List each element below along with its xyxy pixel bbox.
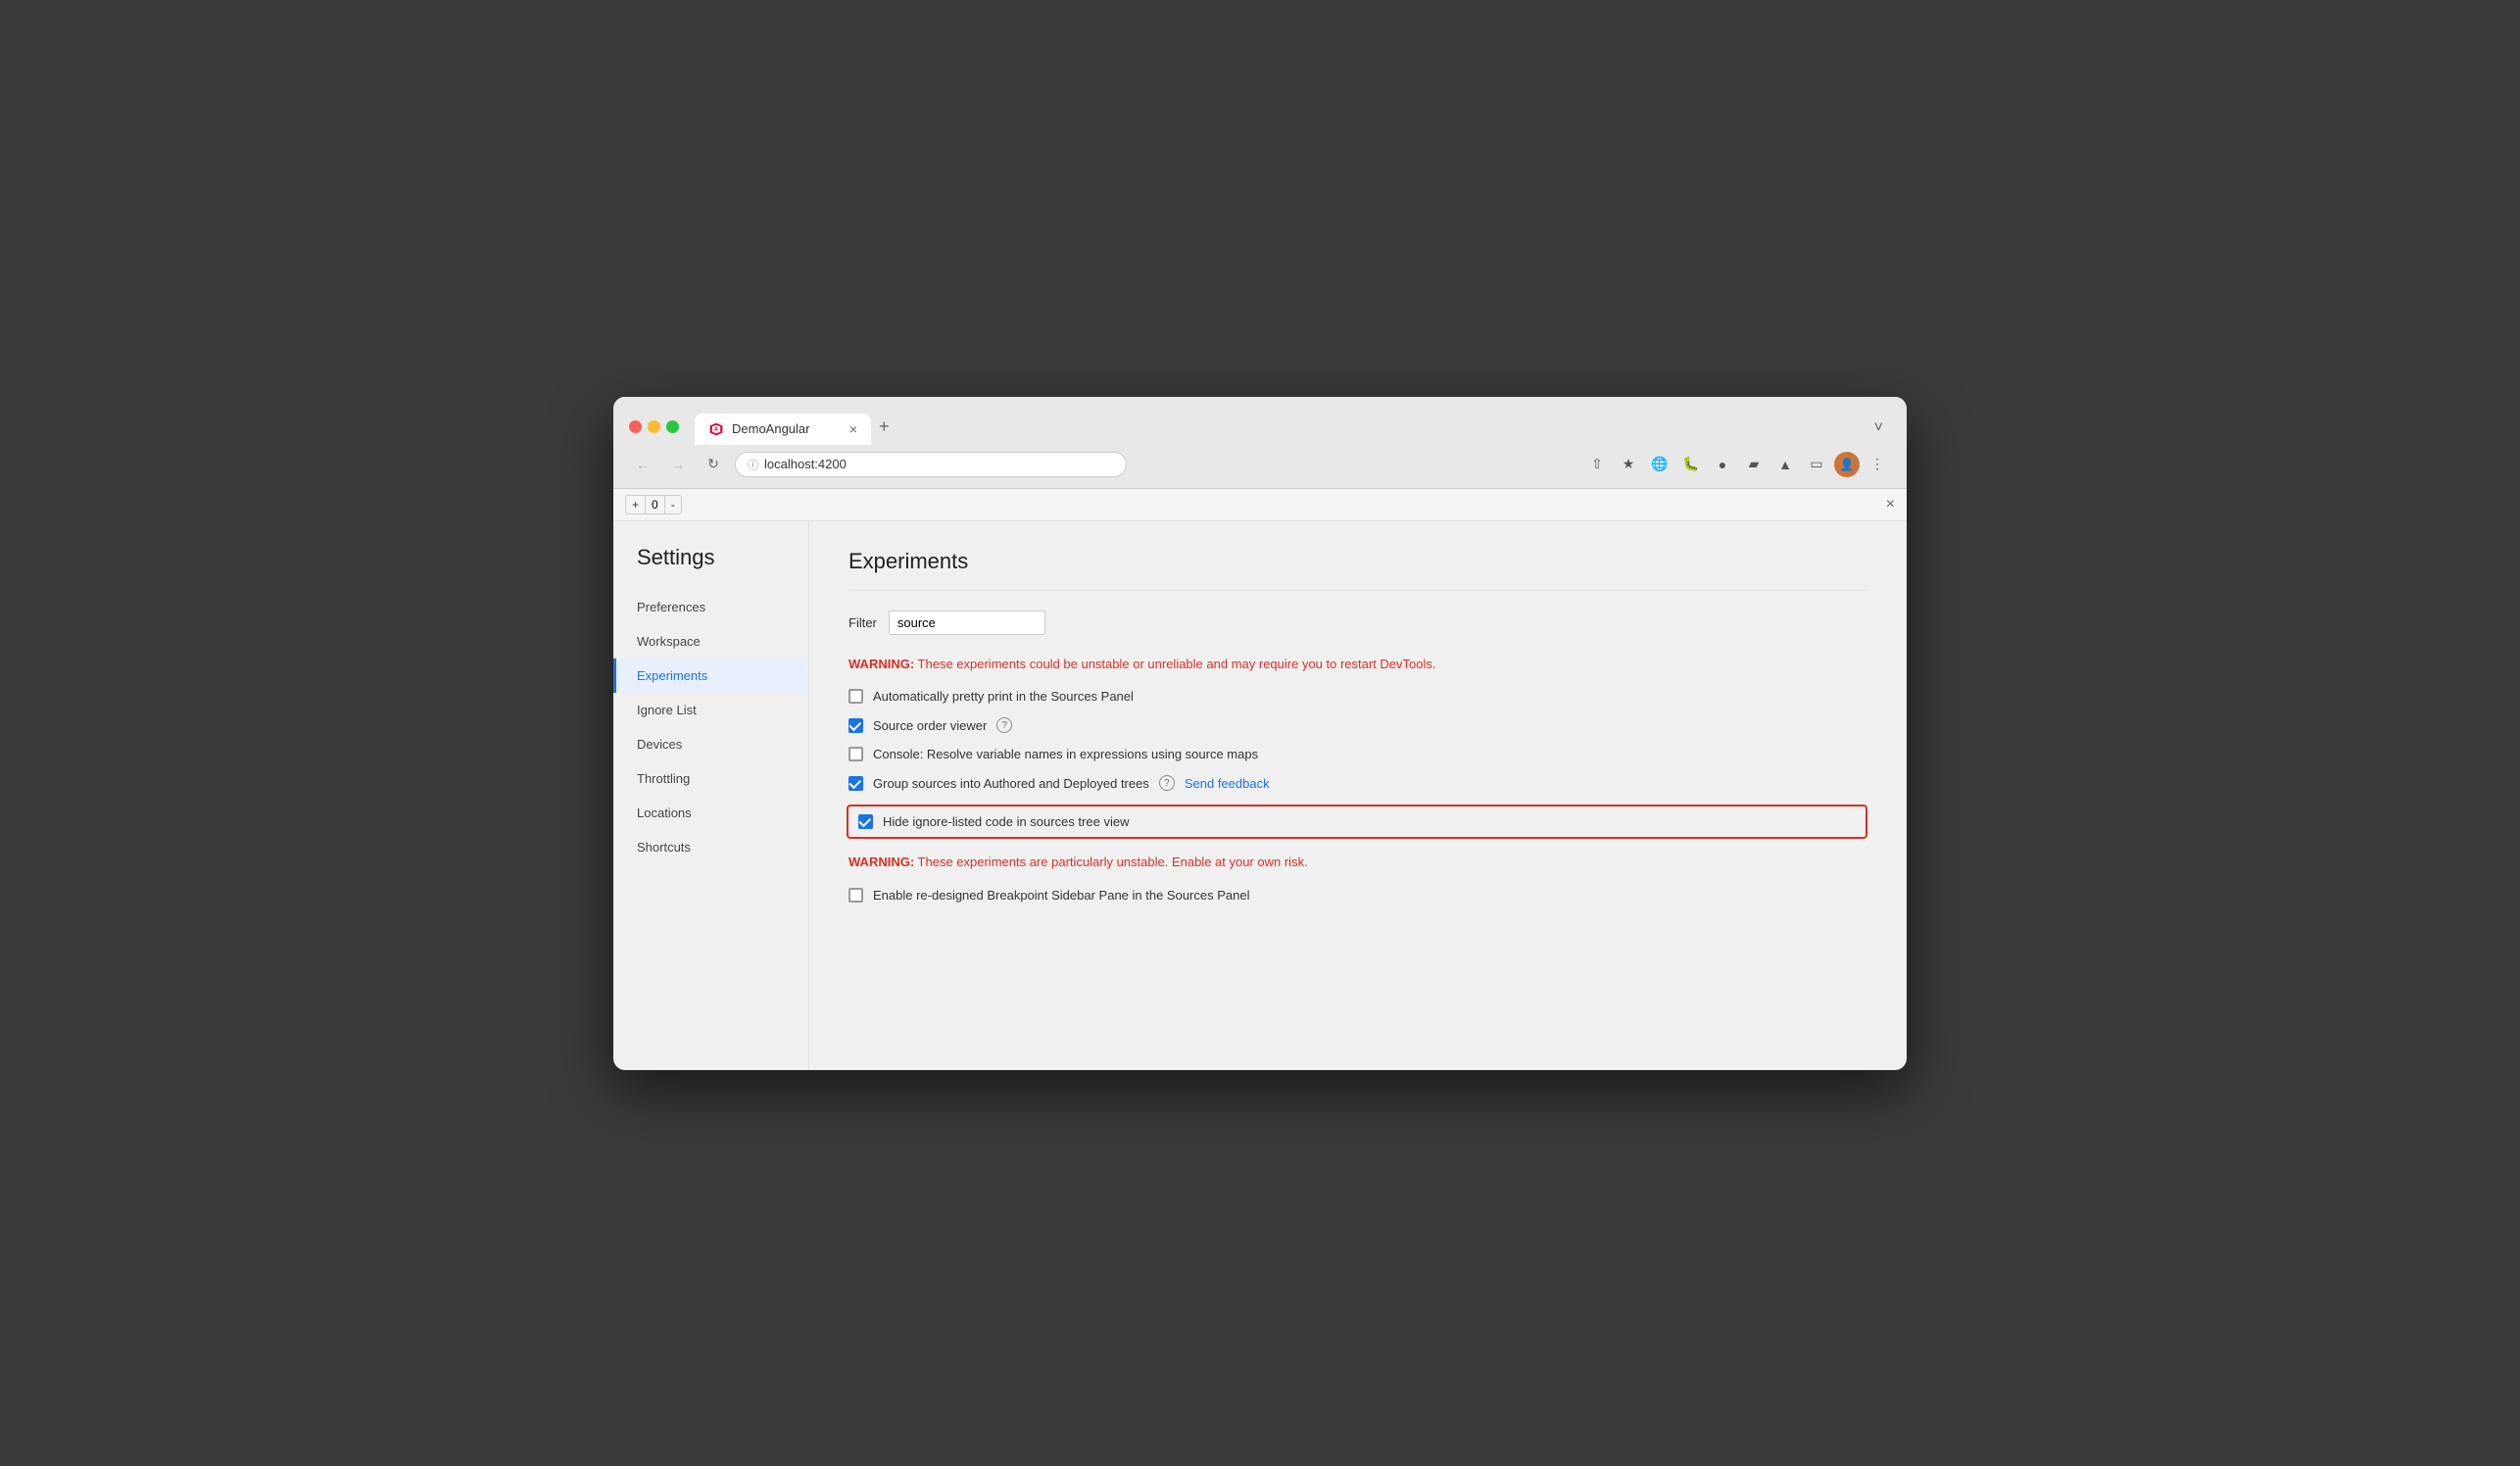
checkbox-pretty-print[interactable]	[848, 689, 863, 704]
svg-text:A: A	[714, 426, 718, 432]
reload-button[interactable]: ↻	[700, 451, 727, 478]
warning-text-1: WARNING: These experiments could be unst…	[848, 655, 1867, 674]
tab-favicon-icon: A	[708, 421, 724, 437]
flask-icon-button[interactable]: ▲	[1771, 451, 1799, 478]
tab-bar: A DemoAngular × + ˅	[695, 409, 1891, 445]
filter-label: Filter	[848, 615, 877, 630]
sidebar-item-experiments-label: Experiments	[637, 668, 707, 683]
sidebar-item-workspace-label: Workspace	[637, 634, 701, 649]
sidebar-item-devices[interactable]: Devices	[613, 727, 808, 761]
settings-title: Settings	[613, 545, 808, 590]
sidebar-item-shortcuts-label: Shortcuts	[637, 840, 691, 855]
section-divider	[848, 590, 1867, 591]
tab-title: DemoAngular	[732, 421, 810, 436]
close-traffic-light[interactable]	[629, 420, 642, 433]
avatar-button[interactable]: 👤	[1834, 452, 1860, 477]
warning-label-1: WARNING:	[848, 657, 914, 671]
settings-sidebar: Settings Preferences Workspace Experimen…	[613, 521, 809, 1070]
sidebar-item-shortcuts[interactable]: Shortcuts	[613, 830, 808, 864]
collapse-button[interactable]: ˅	[1866, 412, 1891, 445]
experiment-item-6: Enable re-designed Breakpoint Sidebar Pa…	[848, 888, 1867, 903]
counter-decrement-button[interactable]: -	[665, 496, 681, 513]
browser-window: A DemoAngular × + ˅ ← → ↻ ⓘ	[613, 397, 1907, 1070]
reload-icon: ↻	[707, 456, 719, 472]
warning-label-2: WARNING:	[848, 855, 914, 869]
experiment-item-2: Source order viewer ?	[848, 717, 1867, 733]
counter-value: 0	[645, 496, 665, 513]
group-sources-help-icon[interactable]: ?	[1159, 775, 1175, 791]
tab-close-button[interactable]: ×	[849, 421, 857, 437]
counter-widget: + 0 -	[625, 495, 682, 514]
sidebar-item-locations-label: Locations	[637, 806, 692, 820]
experiment-item-4: Group sources into Authored and Deployed…	[848, 775, 1867, 791]
send-feedback-link[interactable]: Send feedback	[1185, 776, 1270, 791]
angular-icon-button[interactable]: ●	[1709, 451, 1736, 478]
forward-button[interactable]: →	[664, 451, 692, 478]
share-button[interactable]: ⇧	[1583, 451, 1611, 478]
browser-actions: ⇧ ★ 🌐 🐛 ● ▰ ▲ ▭ 👤 ⋮	[1583, 451, 1891, 478]
puzzle-icon-button[interactable]: ▰	[1740, 451, 1768, 478]
page-title: Experiments	[848, 549, 1867, 574]
source-order-help-icon[interactable]: ?	[996, 717, 1012, 733]
sidebar-item-workspace[interactable]: Workspace	[613, 624, 808, 659]
filter-row: Filter	[848, 611, 1867, 635]
warning-text-2: WARNING: These experiments are particula…	[848, 853, 1867, 872]
warning-message-2: These experiments are particularly unsta…	[914, 855, 1308, 869]
checkbox-breakpoint-sidebar-label: Enable re-designed Breakpoint Sidebar Pa…	[873, 888, 1249, 903]
bug-icon-button[interactable]: 🐛	[1677, 451, 1705, 478]
traffic-lights	[629, 420, 679, 433]
layout-icon-button[interactable]: ▭	[1803, 451, 1830, 478]
devtools-top-bar: + 0 - ×	[613, 489, 1907, 521]
menu-button[interactable]: ⋮	[1864, 451, 1891, 478]
sidebar-item-preferences-label: Preferences	[637, 600, 705, 614]
settings-content: Experiments Filter WARNING: These experi…	[809, 521, 1907, 1070]
checkbox-breakpoint-sidebar[interactable]	[848, 888, 863, 903]
minimize-traffic-light[interactable]	[648, 420, 660, 433]
checkbox-group-sources[interactable]	[848, 776, 863, 791]
bookmark-button[interactable]: ★	[1615, 451, 1642, 478]
new-tab-button[interactable]: +	[871, 409, 897, 445]
experiment-item-1: Automatically pretty print in the Source…	[848, 689, 1867, 704]
earth-icon-button[interactable]: 🌐	[1646, 451, 1673, 478]
browser-chrome: A DemoAngular × + ˅ ← → ↻ ⓘ	[613, 397, 1907, 489]
sidebar-item-throttling[interactable]: Throttling	[613, 761, 808, 796]
checkbox-resolve-names-label: Console: Resolve variable names in expre…	[873, 747, 1258, 761]
checkbox-source-order[interactable]	[848, 718, 863, 733]
sidebar-item-experiments[interactable]: Experiments	[613, 659, 808, 693]
back-icon: ←	[636, 457, 650, 472]
sidebar-item-devices-label: Devices	[637, 737, 682, 752]
url-text: localhost:4200	[764, 457, 847, 471]
maximize-traffic-light[interactable]	[666, 420, 679, 433]
devtools-body: Settings Preferences Workspace Experimen…	[613, 521, 1907, 1070]
checkbox-source-order-label: Source order viewer	[873, 718, 987, 733]
sidebar-item-throttling-label: Throttling	[637, 771, 690, 786]
sidebar-item-ignore-list-label: Ignore List	[637, 703, 697, 717]
checkbox-group-sources-label: Group sources into Authored and Deployed…	[873, 776, 1149, 791]
checkbox-resolve-names[interactable]	[848, 747, 863, 761]
address-bar: ← → ↻ ⓘ localhost:4200 ⇧ ★ 🌐 🐛 ● ▰ ▲ ▭	[613, 445, 1907, 488]
experiment-item-3: Console: Resolve variable names in expre…	[848, 747, 1867, 761]
checkbox-hide-ignore-listed-label: Hide ignore-listed code in sources tree …	[883, 814, 1129, 829]
back-button[interactable]: ←	[629, 451, 656, 478]
sidebar-item-preferences[interactable]: Preferences	[613, 590, 808, 624]
sidebar-item-ignore-list[interactable]: Ignore List	[613, 693, 808, 727]
devtools-close-button[interactable]: ×	[1886, 496, 1895, 513]
checkbox-hide-ignore-listed[interactable]	[858, 814, 873, 829]
experiment-item-5-highlighted: Hide ignore-listed code in sources tree …	[847, 805, 1867, 839]
title-bar: A DemoAngular × + ˅	[613, 397, 1907, 445]
active-tab[interactable]: A DemoAngular ×	[695, 414, 871, 445]
filter-input[interactable]	[889, 611, 1045, 635]
secure-icon: ⓘ	[748, 457, 758, 472]
forward-icon: →	[671, 457, 685, 472]
warning-message-1: These experiments could be unstable or u…	[914, 657, 1435, 671]
checkbox-pretty-print-label: Automatically pretty print in the Source…	[873, 689, 1134, 704]
url-bar[interactable]: ⓘ localhost:4200	[735, 452, 1127, 477]
counter-increment-button[interactable]: +	[626, 496, 645, 513]
sidebar-item-locations[interactable]: Locations	[613, 796, 808, 830]
